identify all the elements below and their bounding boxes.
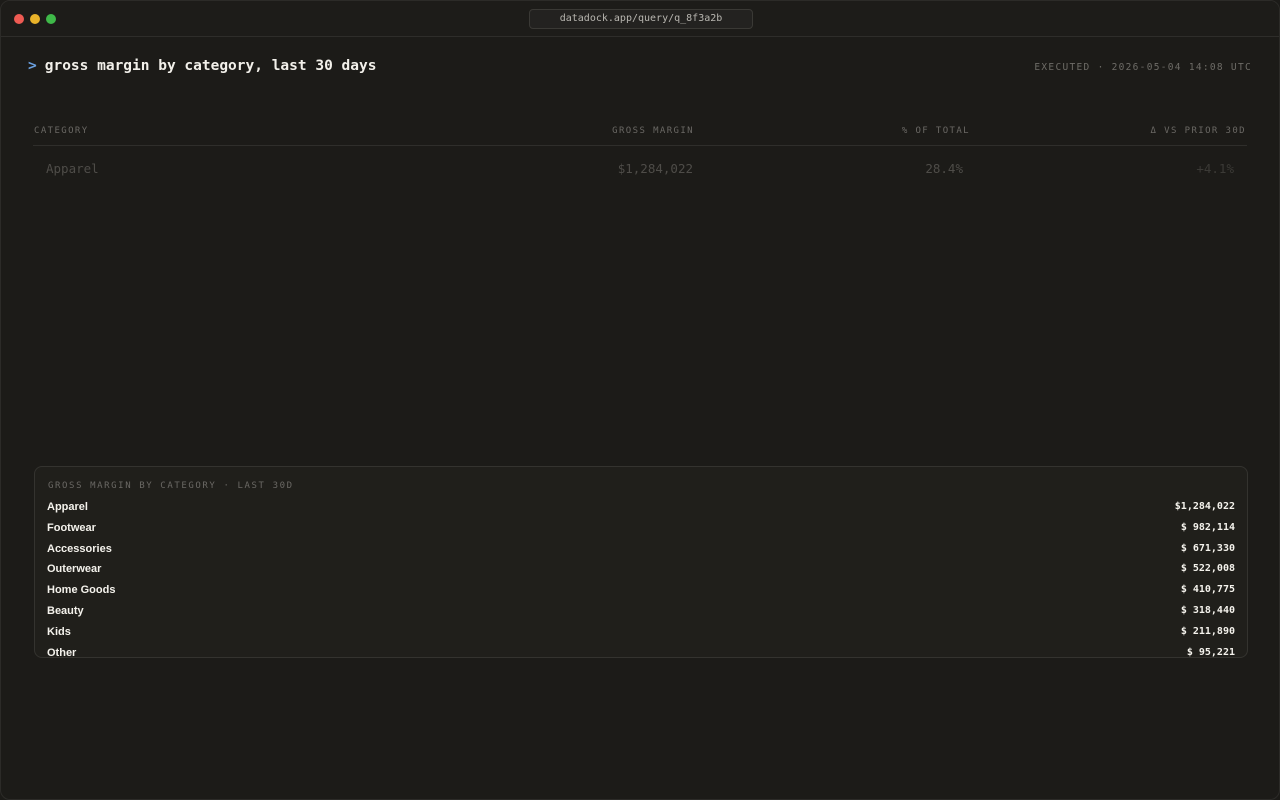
list-item[interactable]: Home Goods $ 410,775: [35, 582, 1247, 603]
cell-gross-margin: $1,284,022: [617, 161, 693, 176]
list-item[interactable]: Other $ 95,221: [35, 645, 1247, 658]
maximize-window-icon[interactable]: [46, 14, 56, 24]
list-item[interactable]: Beauty $ 318,440: [35, 603, 1247, 624]
title-bar: datadock.app/query/q_8f3a2b: [1, 1, 1279, 37]
list-item-value: $1,284,022: [1174, 501, 1235, 512]
column-header-delta[interactable]: Δ VS PRIOR 30D: [1151, 126, 1246, 136]
list-item-label: Other: [47, 646, 77, 658]
column-header-pct-total[interactable]: % OF TOTAL: [902, 126, 970, 136]
list-item-label: Outerwear: [47, 563, 102, 576]
list-item-value: $ 671,330: [1180, 542, 1235, 554]
query-text: gross margin by category, last 30 days: [44, 58, 377, 74]
list-item[interactable]: Accessories $ 671,330: [35, 541, 1247, 562]
close-window-icon[interactable]: [14, 14, 24, 24]
list-item-label: Accessories: [47, 542, 112, 555]
app-window: datadock.app/query/q_8f3a2b > gross margi…: [0, 0, 1280, 800]
list-item-value: $ 522,008: [1180, 563, 1235, 575]
prompt-caret-icon: >: [28, 58, 37, 74]
list-item-value: $ 211,890: [1180, 625, 1235, 637]
table-header-divider: [33, 145, 1247, 146]
column-header-category[interactable]: CATEGORY: [34, 126, 89, 136]
summary-panel: GROSS MARGIN BY CATEGORY · LAST 30D Appa…: [34, 466, 1248, 658]
cell-category: Apparel: [46, 161, 99, 176]
cell-pct-total: 28.4%: [925, 161, 963, 176]
cell-delta: +4.1%: [1196, 161, 1234, 176]
query-prompt[interactable]: > gross margin by category, last 30 days: [28, 58, 376, 74]
list-item-value: $ 410,775: [1180, 584, 1235, 596]
list-item[interactable]: Outerwear $ 522,008: [35, 561, 1247, 582]
list-item-value: $ 318,440: [1180, 604, 1235, 616]
list-item[interactable]: Footwear $ 982,114: [35, 520, 1247, 541]
minimize-window-icon[interactable]: [30, 14, 40, 24]
list-item[interactable]: Apparel $1,284,022: [35, 499, 1247, 520]
list-item-label: Footwear: [47, 521, 96, 534]
list-item-label: Beauty: [47, 604, 84, 617]
list-item[interactable]: Kids $ 211,890: [35, 624, 1247, 645]
url-bar[interactable]: datadock.app/query/q_8f3a2b: [529, 9, 753, 29]
list-item-label: Home Goods: [47, 584, 116, 597]
execution-status: EXECUTED · 2026-05-04 14:08 UTC: [1034, 62, 1252, 73]
panel-title: GROSS MARGIN BY CATEGORY · LAST 30D: [48, 481, 294, 491]
category-list: Apparel $1,284,022 Footwear $ 982,114 Ac…: [35, 499, 1247, 658]
list-item-label: Kids: [47, 625, 71, 638]
list-item-value: $ 982,114: [1180, 521, 1235, 533]
column-header-gross-margin[interactable]: GROSS MARGIN: [612, 126, 694, 136]
list-item-label: Apparel: [47, 501, 88, 513]
list-item-value: $ 95,221: [1186, 646, 1235, 658]
